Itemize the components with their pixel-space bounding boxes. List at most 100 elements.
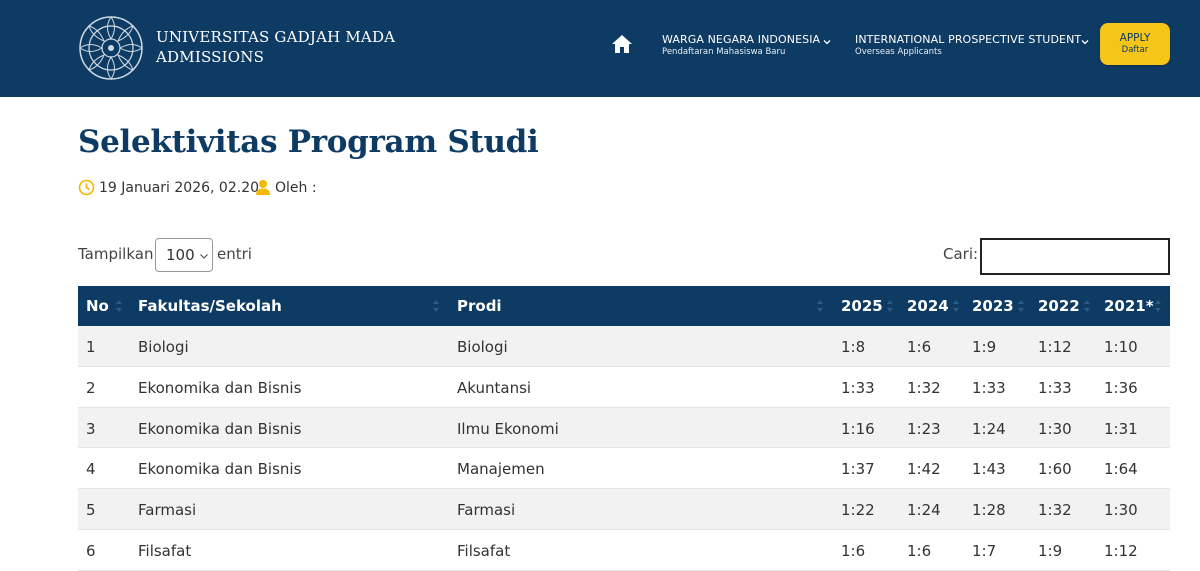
cell-2025: 1:6 xyxy=(841,541,866,560)
table-row: 2 Ekonomika dan Bisnis Akuntansi 1:33 1:… xyxy=(78,366,1170,408)
cell-prodi: Akuntansi xyxy=(457,378,532,397)
cell-2021: 1:64 xyxy=(1104,460,1138,479)
cell-prodi: Filsafat xyxy=(457,541,511,560)
cell-2023: 1:9 xyxy=(972,338,997,356)
chevron-down-icon xyxy=(823,40,831,45)
cell-prodi: Biologi xyxy=(457,338,508,356)
sort-icon xyxy=(953,300,959,312)
cell-2024: 1:42 xyxy=(907,460,941,479)
nav-international-prospective-student[interactable]: INTERNATIONAL PROSPECTIVE STUDENT Overse… xyxy=(855,33,1089,58)
table-row: 1 Biologi Biologi 1:8 1:6 1:9 1:12 1:10 xyxy=(78,326,1170,367)
apply-label: APPLY xyxy=(1119,32,1151,44)
post-author: Oleh : xyxy=(255,178,317,198)
sort-icon xyxy=(817,300,823,312)
entries-label: entri xyxy=(217,245,252,263)
cell-no: 4 xyxy=(86,460,96,479)
cell-2024: 1:6 xyxy=(907,541,932,560)
cell-2022: 1:33 xyxy=(1038,378,1072,397)
show-label: Tampilkan xyxy=(78,245,154,263)
cell-prodi: Farmasi xyxy=(457,501,516,520)
table-header: No Fakultas/Sekolah Prodi 2025 2024 2023… xyxy=(78,286,1170,326)
apply-button[interactable]: APPLY Daftar xyxy=(1100,23,1170,65)
cell-no: 2 xyxy=(86,378,96,397)
cell-2024: 1:24 xyxy=(907,501,941,520)
cell-no: 6 xyxy=(86,541,96,560)
sort-icon xyxy=(1084,300,1090,312)
apply-sub-label: Daftar xyxy=(1121,45,1149,55)
column-header-2021[interactable]: 2021* xyxy=(1104,297,1154,315)
cell-2024: 1:32 xyxy=(907,378,941,397)
cell-fakultas: Filsafat xyxy=(138,541,192,560)
cell-prodi: Manajemen xyxy=(457,460,545,479)
post-date: 19 Januari 2026, 02.20 xyxy=(78,178,259,198)
cell-fakultas: Ekonomika dan Bisnis xyxy=(138,460,302,479)
table-row: 6 Filsafat Filsafat 1:6 1:6 1:7 1:9 1:12 xyxy=(78,529,1170,571)
cell-2022: 1:12 xyxy=(1038,338,1072,356)
brand-name[interactable]: UNIVERSITAS GADJAH MADA ADMISSIONS xyxy=(156,27,395,67)
search-label: Cari: xyxy=(943,245,979,263)
nav-warga-negara-indonesia[interactable]: WARGA NEGARA INDONESIA Pendaftaran Mahas… xyxy=(662,33,831,58)
cell-fakultas: Biologi xyxy=(138,338,189,356)
entries-select[interactable]: 100 xyxy=(155,238,213,272)
cell-2024: 1:23 xyxy=(907,419,941,438)
cell-fakultas: Ekonomika dan Bisnis xyxy=(138,378,302,397)
nav-sub-label: Overseas Applicants xyxy=(855,47,942,57)
cell-2025: 1:16 xyxy=(841,419,875,438)
cell-2024: 1:6 xyxy=(907,338,932,356)
ugm-seal-logo[interactable] xyxy=(78,15,144,81)
cell-no: 3 xyxy=(86,419,96,438)
cell-2022: 1:32 xyxy=(1038,501,1072,520)
cell-2021: 1:30 xyxy=(1104,501,1138,520)
site-header: UNIVERSITAS GADJAH MADA ADMISSIONS WARGA… xyxy=(0,0,1200,97)
search-input[interactable] xyxy=(980,238,1170,275)
table-row: 5 Farmasi Farmasi 1:22 1:24 1:28 1:32 1:… xyxy=(78,489,1170,530)
home-icon[interactable] xyxy=(611,34,633,54)
cell-prodi: Ilmu Ekonomi xyxy=(457,419,559,438)
brand-line-1: UNIVERSITAS GADJAH MADA xyxy=(156,28,396,46)
sort-icon xyxy=(116,300,122,312)
sort-icon xyxy=(887,300,893,312)
table-body: 1 Biologi Biologi 1:8 1:6 1:9 1:12 1:10 … xyxy=(78,326,1170,571)
selectivity-table: No Fakultas/Sekolah Prodi 2025 2024 2023… xyxy=(78,286,1170,571)
cell-2025: 1:37 xyxy=(841,460,875,479)
cell-2021: 1:31 xyxy=(1104,419,1138,438)
cell-2025: 1:22 xyxy=(841,501,875,520)
cell-2023: 1:7 xyxy=(972,541,997,560)
cell-2023: 1:43 xyxy=(972,460,1006,479)
table-row: 4 Ekonomika dan Bisnis Manajemen 1:37 1:… xyxy=(78,448,1170,490)
post-date-text: 19 Januari 2026, 02.20 xyxy=(99,180,260,196)
cell-no: 1 xyxy=(86,338,96,356)
table-row: 3 Ekonomika dan Bisnis Ilmu Ekonomi 1:16… xyxy=(78,407,1170,449)
cell-fakultas: Farmasi xyxy=(138,501,197,520)
cell-no: 5 xyxy=(86,501,96,520)
cell-2022: 1:9 xyxy=(1038,541,1063,560)
column-header-2023[interactable]: 2023 xyxy=(972,297,1014,315)
cell-2025: 1:33 xyxy=(841,378,875,397)
column-header-no[interactable]: No xyxy=(86,297,109,315)
post-author-label: Oleh : xyxy=(275,180,317,196)
sort-icon xyxy=(1018,300,1024,312)
sort-icon xyxy=(1155,300,1161,312)
page-title: Selektivitas Program Studi xyxy=(78,124,539,160)
column-header-prodi[interactable]: Prodi xyxy=(457,297,502,315)
cell-2023: 1:28 xyxy=(972,501,1006,520)
nav-sub-label: Pendaftaran Mahasiswa Baru xyxy=(662,47,786,57)
chevron-down-icon xyxy=(1081,40,1089,45)
column-header-fakultas[interactable]: Fakultas/Sekolah xyxy=(138,297,282,315)
cell-fakultas: Ekonomika dan Bisnis xyxy=(138,419,302,438)
entries-select-value: 100 xyxy=(166,246,195,264)
cell-2021: 1:10 xyxy=(1104,338,1138,356)
brand-line-2: ADMISSIONS xyxy=(156,48,265,66)
clock-icon xyxy=(78,179,95,196)
cell-2022: 1:60 xyxy=(1038,460,1072,479)
cell-2023: 1:33 xyxy=(972,378,1006,397)
column-header-2024[interactable]: 2024 xyxy=(907,297,949,315)
sort-icon xyxy=(433,300,439,312)
nav-main-label: INTERNATIONAL PROSPECTIVE STUDENT xyxy=(855,33,1082,46)
cell-2021: 1:12 xyxy=(1104,541,1138,560)
cell-2021: 1:36 xyxy=(1104,378,1138,397)
column-header-2022[interactable]: 2022 xyxy=(1038,297,1080,315)
column-header-2025[interactable]: 2025 xyxy=(841,297,883,315)
cell-2022: 1:30 xyxy=(1038,419,1072,438)
cell-2025: 1:8 xyxy=(841,338,866,356)
